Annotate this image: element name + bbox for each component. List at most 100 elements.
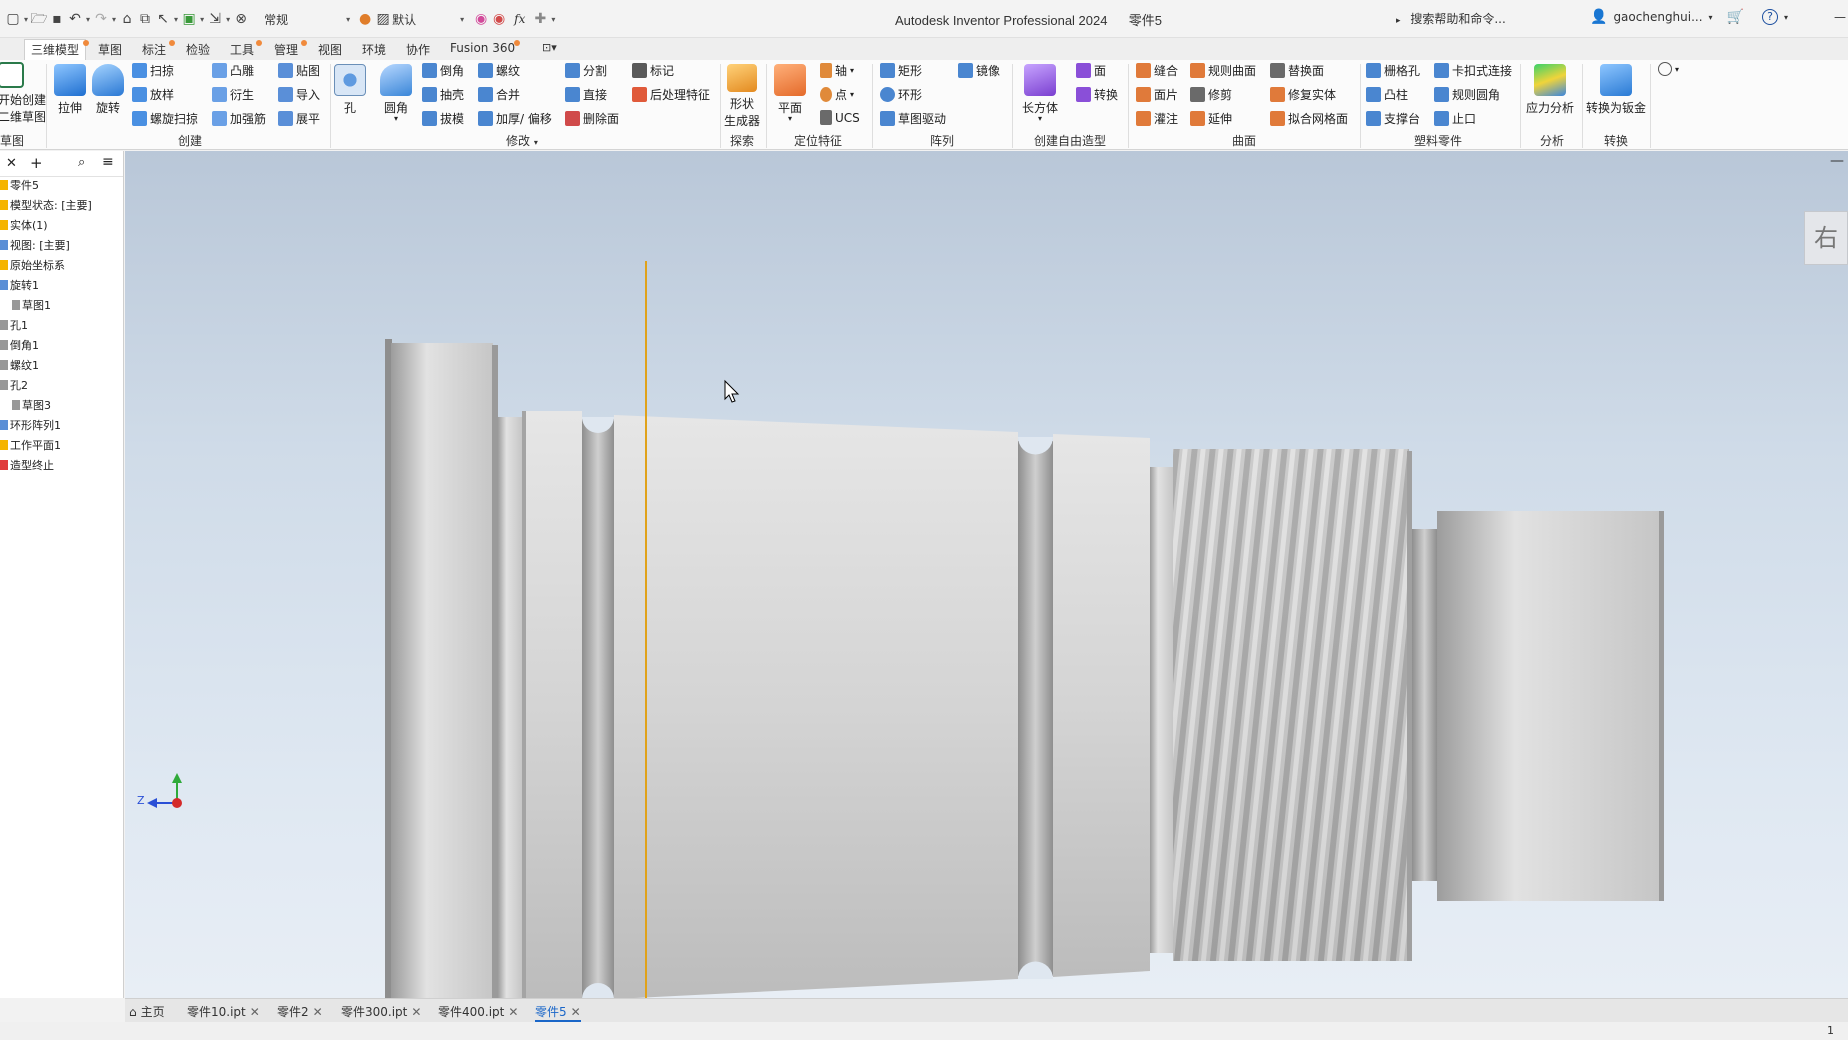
patch-button[interactable]: 面片 [1136, 86, 1178, 103]
tab-manage[interactable]: 管理 [274, 41, 298, 58]
tab-3d-model[interactable]: 三维模型 [24, 39, 87, 61]
tab-more-icon[interactable]: ⊡▾ [542, 41, 557, 54]
plane-button[interactable]: 平面 ▾ [774, 64, 806, 123]
stress-analysis-button[interactable]: 应力分析 [1526, 64, 1574, 116]
chamfer-button[interactable]: 倒角 [422, 62, 464, 79]
update-icon[interactable]: ▣ [180, 10, 198, 28]
draft-button[interactable]: 拔模 [422, 110, 464, 127]
tab-view[interactable]: 视图 [318, 41, 342, 58]
shaft-neck[interactable] [1412, 529, 1437, 881]
document-tab[interactable]: 零件2 ✕ [277, 1003, 323, 1020]
shaft-collar[interactable] [498, 411, 582, 998]
browser-node[interactable]: 视图: [主要] [0, 237, 70, 253]
help-dropdown-icon[interactable]: ▾ [1784, 13, 1788, 22]
tab-inspect[interactable]: 检验 [186, 41, 210, 58]
cart-icon[interactable]: 🛒 [1727, 9, 1744, 25]
freeform-face-button[interactable]: 面 [1076, 62, 1106, 79]
close-tab-icon[interactable]: ✕ [313, 1005, 323, 1019]
help-search-box[interactable]: ▸ 搜索帮助和命令... [1396, 10, 1506, 27]
close-tab-icon[interactable]: ✕ [411, 1005, 421, 1019]
rib-button[interactable]: 加强筋 [212, 110, 266, 127]
thicken-button[interactable]: 加厚/ 偏移 [478, 110, 552, 127]
post-process-button[interactable]: 后处理特征 [632, 86, 710, 103]
circ-pattern-button[interactable]: 环形 [880, 86, 922, 103]
undo-icon[interactable]: ↶ [66, 10, 84, 28]
model-canvas[interactable] [125, 151, 1848, 998]
shell-button[interactable]: 抽壳 [422, 86, 464, 103]
save-icon[interactable]: ▪ [48, 10, 66, 28]
tab-fusion360[interactable]: Fusion 360 [450, 41, 515, 55]
fillet-button[interactable]: 圆角 ▾ [380, 64, 412, 123]
split-button[interactable]: 分割 [565, 62, 607, 79]
fx-button[interactable]: fx [514, 12, 525, 26]
measure-icon[interactable]: ⇲ [206, 10, 224, 28]
user-name[interactable]: gaochenghui... [1613, 10, 1702, 24]
browser-node[interactable]: 孔1 [0, 317, 28, 333]
close-tab-icon[interactable]: ✕ [508, 1005, 518, 1019]
loft-button[interactable]: 放样 [132, 86, 174, 103]
mirror-button[interactable]: 镜像 [958, 62, 1000, 79]
combine-button[interactable]: 合并 [478, 86, 520, 103]
freeform-box-button[interactable]: 长方体 ▾ [1022, 64, 1058, 123]
document-tab[interactable]: 零件10.ipt ✕ [187, 1003, 260, 1020]
help-icon[interactable]: ? [1762, 9, 1778, 25]
shaft-groove[interactable] [1018, 437, 1053, 979]
tab-annotate[interactable]: 标注 [142, 41, 166, 58]
browser-node[interactable]: 孔2 [0, 377, 28, 393]
tab-sketch[interactable]: 草图 [98, 41, 122, 58]
trim-button[interactable]: 修剪 [1190, 86, 1232, 103]
browser-node[interactable]: 模型状态: [主要] [0, 197, 92, 213]
adjust-icon[interactable]: ◉ [472, 10, 490, 28]
close-tab-icon[interactable]: ✕ [571, 1005, 581, 1019]
browser-node[interactable]: 零件5 [0, 177, 39, 193]
shape-generator-button[interactable]: 形状 生成器 [724, 64, 760, 129]
ucs-button[interactable]: UCS [820, 110, 860, 125]
ruled-surface-button[interactable]: 规则曲面 [1190, 62, 1256, 79]
shaft-step[interactable] [1053, 434, 1173, 977]
viewport-minimize-icon[interactable]: — [1830, 153, 1844, 169]
home-icon[interactable]: ⌂ [118, 10, 136, 28]
graphics-viewport[interactable]: Z — 右 [125, 151, 1848, 998]
browser-node[interactable]: 实体(1) [0, 217, 48, 233]
document-tab-active[interactable]: 零件5 ✕ [535, 1003, 581, 1022]
tab-collaborate[interactable]: 协作 [406, 41, 430, 58]
boss-button[interactable]: 凸柱 [1366, 86, 1408, 103]
fit-mesh-face-button[interactable]: 拟合网格面 [1270, 110, 1348, 127]
axis-triad[interactable] [147, 773, 182, 808]
ribbon-options-button[interactable]: ▾ [1658, 62, 1679, 76]
lip-button[interactable]: 止口 [1434, 110, 1476, 127]
rule-fillet-button[interactable]: 规则圆角 [1434, 86, 1500, 103]
sketch-driven-pattern-button[interactable]: 草图驱动 [880, 110, 946, 127]
copy-icon[interactable]: ⧉ [136, 10, 154, 28]
plane-dropdown-icon[interactable]: ▾ [788, 115, 792, 123]
delete-face-button[interactable]: 删除面 [565, 110, 619, 127]
sweep-button[interactable]: 扫掠 [132, 62, 174, 79]
menu-icon[interactable]: ≡ [102, 154, 114, 170]
browser-node[interactable]: 环形阵列1 [0, 417, 61, 433]
close-tab-icon[interactable]: ✕ [250, 1005, 260, 1019]
document-tab[interactable]: 零件300.ipt ✕ [341, 1003, 421, 1020]
user-dropdown-icon[interactable]: ▾ [1709, 13, 1713, 22]
freeform-convert-button[interactable]: 转换 [1076, 86, 1118, 103]
coil-button[interactable]: 螺旋扫掠 [132, 110, 198, 127]
repair-bodies-button[interactable]: 修复实体 [1270, 86, 1336, 103]
style-dropdown[interactable]: 常规 [264, 11, 344, 28]
grill-button[interactable]: 栅格孔 [1366, 62, 1420, 79]
browser-node[interactable]: 草图1 [12, 297, 51, 313]
document-tab[interactable]: 零件400.ipt ✕ [438, 1003, 518, 1020]
search-icon[interactable]: ⌕ [78, 155, 85, 170]
tab-tools[interactable]: 工具 [230, 41, 254, 58]
freeform-box-dropdown-icon[interactable]: ▾ [1038, 115, 1042, 123]
extrude-button[interactable]: 拉伸 [54, 64, 86, 116]
browser-node[interactable]: 旋转1 [0, 277, 39, 293]
replace-face-button[interactable]: 替换面 [1270, 62, 1324, 79]
unfold-button[interactable]: 展平 [278, 110, 320, 127]
start-2d-sketch-button[interactable]: 开始创建 二维草图 [0, 62, 46, 125]
derive-button[interactable]: 衍生 [212, 86, 254, 103]
shaft-groove[interactable] [582, 417, 614, 998]
thread-button[interactable]: 螺纹 [478, 62, 520, 79]
emboss-button[interactable]: 凸雕 [212, 62, 254, 79]
select-icon[interactable]: ↖ [154, 10, 172, 28]
open-icon[interactable]: 🗁 [30, 10, 48, 28]
group-label-modify[interactable]: 修改 ▾ [506, 132, 538, 149]
